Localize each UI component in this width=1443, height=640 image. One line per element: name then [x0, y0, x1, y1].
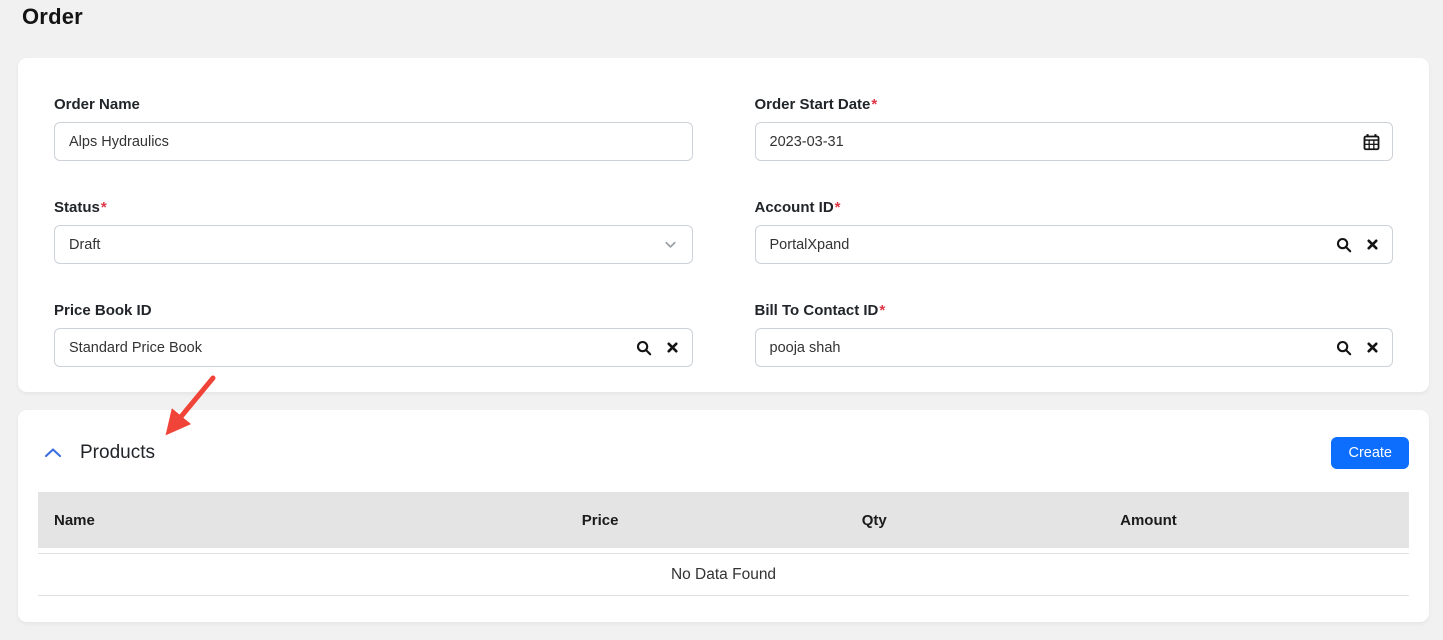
order-form-grid: Order Name Order Start Date* [54, 96, 1393, 367]
field-label-text: Status [54, 199, 100, 216]
field-order-name: Order Name [54, 96, 693, 161]
order-start-date-label: Order Start Date* [755, 96, 1394, 113]
price-book-id-input[interactable] [69, 329, 621, 366]
search-icon[interactable] [636, 340, 652, 356]
products-card: Products Create Name Price Qty Amount No… [18, 410, 1429, 622]
status-label: Status* [54, 199, 693, 216]
calendar-icon[interactable] [1363, 133, 1380, 150]
column-header-price: Price [463, 512, 737, 529]
account-id-input[interactable] [770, 226, 1322, 263]
create-button[interactable]: Create [1331, 437, 1409, 469]
x-icon[interactable] [1367, 342, 1378, 353]
field-label-text: Order Name [54, 96, 140, 113]
order-start-date-control [755, 122, 1394, 161]
required-asterisk: * [871, 96, 877, 113]
field-bill-to-contact-id: Bill To Contact ID* [755, 302, 1394, 367]
page-title: Order [22, 4, 83, 30]
x-icon[interactable] [1367, 239, 1378, 250]
products-table: Name Price Qty Amount No Data Found [38, 492, 1409, 596]
products-header: Products Create [38, 436, 1409, 470]
price-book-id-lookup [54, 328, 693, 367]
empty-table-row: No Data Found [38, 553, 1409, 596]
search-icon[interactable] [1336, 340, 1352, 356]
account-id-label: Account ID* [755, 199, 1394, 216]
products-section-title: Products [80, 442, 155, 464]
field-label-text: Bill To Contact ID [755, 302, 879, 319]
order-name-label: Order Name [54, 96, 693, 113]
order-start-date-input[interactable] [755, 122, 1394, 161]
chevron-up-icon[interactable] [42, 445, 64, 461]
field-account-id: Account ID* [755, 199, 1394, 264]
account-id-lookup [755, 225, 1394, 264]
order-name-input[interactable] [54, 122, 693, 161]
required-asterisk: * [835, 199, 841, 216]
field-status: Status* Draft [54, 199, 693, 264]
field-label-text: Order Start Date [755, 96, 871, 113]
bill-to-contact-id-label: Bill To Contact ID* [755, 302, 1394, 319]
bill-to-contact-id-input[interactable] [770, 329, 1322, 366]
column-header-amount: Amount [1011, 512, 1285, 529]
column-header-name: Name [38, 512, 463, 529]
no-data-message: No Data Found [671, 566, 776, 584]
field-price-book-id: Price Book ID [54, 302, 693, 367]
chevron-down-icon [663, 237, 678, 252]
search-icon[interactable] [1336, 237, 1352, 253]
order-form-card: Order Name Order Start Date* [18, 58, 1429, 392]
status-select[interactable]: Draft [54, 225, 693, 264]
field-order-start-date: Order Start Date* [755, 96, 1394, 161]
field-label-text: Price Book ID [54, 302, 152, 319]
bill-to-contact-id-lookup [755, 328, 1394, 367]
required-asterisk: * [879, 302, 885, 319]
price-book-id-label: Price Book ID [54, 302, 693, 319]
column-header-qty: Qty [737, 512, 1011, 529]
x-icon[interactable] [667, 342, 678, 353]
products-table-header: Name Price Qty Amount [38, 492, 1409, 548]
status-selected-value: Draft [69, 237, 100, 253]
field-label-text: Account ID [755, 199, 834, 216]
required-asterisk: * [101, 199, 107, 216]
